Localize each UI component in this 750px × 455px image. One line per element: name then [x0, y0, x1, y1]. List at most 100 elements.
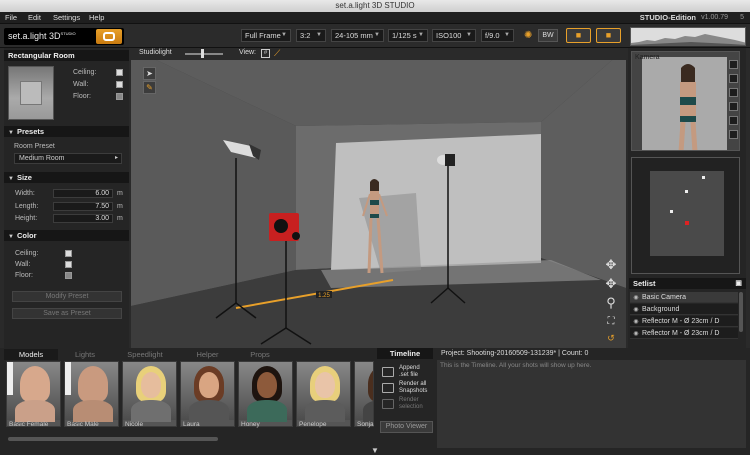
grid-view-icon[interactable]: #: [261, 49, 270, 58]
models-scrollbar[interactable]: [8, 437, 218, 441]
setlist-item[interactable]: ◉ Reflector M - Ø 23cm / D: [630, 328, 738, 339]
collapse-triangle-icon: ▼: [8, 176, 14, 182]
eye-icon[interactable]: ◉: [630, 329, 642, 338]
collapse-down-icon[interactable]: ▼: [369, 446, 381, 455]
color-floor-label: Floor:: [15, 272, 33, 279]
color-ceiling-swatch[interactable]: [65, 250, 72, 257]
zoom-step-button[interactable]: [729, 60, 738, 69]
ratio-dropdown[interactable]: 3:2 ▼: [296, 29, 326, 42]
render-button[interactable]: ■: [596, 28, 621, 43]
aperture-dropdown[interactable]: f/9.0 ▼: [481, 29, 514, 42]
tab-lights[interactable]: Lights: [60, 349, 110, 360]
tab-props[interactable]: Props: [235, 349, 285, 360]
map-model-marker[interactable]: [685, 190, 688, 193]
model-card[interactable]: [64, 361, 119, 427]
render-all-button[interactable]: Render all Snapshots: [399, 381, 427, 395]
render-selection-button[interactable]: Render selection: [399, 397, 423, 411]
select-arrow-icon[interactable]: ➤: [143, 67, 156, 80]
model-card[interactable]: [238, 361, 293, 427]
reset-view-icon[interactable]: ↺: [603, 331, 619, 345]
setlist-item[interactable]: ◉ Basic Camera: [630, 292, 738, 303]
tab-speedlight[interactable]: Speedlight: [115, 349, 175, 360]
setlist-scrollbar[interactable]: [739, 292, 743, 332]
light-slider-handle[interactable]: [201, 49, 204, 58]
camera-side-controls: [728, 60, 740, 145]
logo-icon: [96, 29, 122, 44]
sun-icon[interactable]: ✺: [524, 29, 532, 42]
menu-edit[interactable]: Edit: [28, 12, 41, 24]
zoom-step-button[interactable]: [729, 116, 738, 125]
color-ceiling-label: Ceiling:: [15, 250, 39, 257]
model-card[interactable]: [354, 361, 374, 427]
model-card[interactable]: [6, 361, 61, 427]
room-preset-dropdown[interactable]: Medium Room ▸: [14, 153, 122, 164]
model-card[interactable]: [296, 361, 351, 427]
modify-preset-button[interactable]: Modify Preset: [12, 291, 122, 302]
setlist-item[interactable]: ◉ Reflector M - Ø 23cm / D: [630, 316, 738, 327]
zoom-icon[interactable]: ⚲: [603, 296, 619, 310]
zoom-step-button[interactable]: [729, 88, 738, 97]
sensor-dropdown[interactable]: Full Frame ▼: [241, 29, 291, 42]
append-file-button[interactable]: Append .set file: [399, 365, 420, 379]
tab-models[interactable]: Models: [4, 349, 58, 360]
model-name: Nicole: [125, 421, 144, 428]
lens-dropdown[interactable]: 24-105 mm ▼: [331, 29, 384, 42]
width-unit: m: [117, 190, 123, 197]
presets-section-header[interactable]: ▼ Presets: [4, 126, 129, 137]
fit-view-icon[interactable]: ⛶: [603, 315, 619, 329]
map-camera-marker[interactable]: [685, 221, 689, 225]
camera-preview[interactable]: Kamera: [631, 51, 740, 151]
menu-bar: File Edit Settings Help STUDIO-Edition v…: [0, 12, 750, 24]
room-thumbnail[interactable]: [8, 66, 54, 120]
color-wall-swatch[interactable]: [65, 261, 72, 268]
menu-help[interactable]: Help: [89, 12, 104, 24]
model-face: [141, 372, 161, 398]
map-light-marker[interactable]: [670, 210, 673, 213]
model-face: [373, 372, 374, 398]
menu-settings[interactable]: Settings: [53, 12, 80, 24]
room-floor-swatch[interactable]: [116, 93, 123, 100]
rotate-icon[interactable]: ✥: [603, 277, 619, 291]
snapshot-button[interactable]: ■: [566, 28, 591, 43]
length-unit: m: [117, 203, 123, 210]
zoom-step-button[interactable]: [729, 102, 738, 111]
length-field[interactable]: 7.50: [53, 202, 113, 211]
lock-icon[interactable]: ▣: [735, 278, 742, 289]
tab-helper[interactable]: Helper: [180, 349, 235, 360]
pencil-icon[interactable]: ✎: [143, 81, 156, 94]
width-field[interactable]: 6.00: [53, 189, 113, 198]
eye-icon[interactable]: ◉: [630, 293, 642, 302]
color-section-header[interactable]: ▼ Color: [4, 230, 129, 241]
studio-viewport[interactable]: 1.25: [131, 48, 626, 348]
camera-icon: ■: [575, 30, 582, 40]
eye-icon[interactable]: ◉: [630, 317, 642, 326]
ruler-icon[interactable]: ⟋: [274, 48, 280, 59]
chevron-down-icon: ▼: [281, 32, 287, 38]
map-light-marker[interactable]: [702, 176, 705, 179]
iso-dropdown[interactable]: ISO100 ▼: [432, 29, 476, 42]
timeline-area[interactable]: [437, 360, 746, 448]
zoom-step-button[interactable]: [729, 130, 738, 139]
bw-button[interactable]: BW: [538, 29, 558, 42]
model-card[interactable]: [180, 361, 235, 427]
room-ceiling-swatch[interactable]: [116, 69, 123, 76]
setlist-item[interactable]: ◉ Background: [630, 304, 738, 315]
zoom-step-button[interactable]: [729, 74, 738, 83]
chevron-down-icon: ▼: [316, 32, 322, 38]
tab-timeline[interactable]: Timeline: [377, 348, 433, 359]
model-card[interactable]: [122, 361, 177, 427]
floor-map[interactable]: [631, 157, 740, 274]
menu-file[interactable]: File: [5, 12, 17, 24]
model-name: Basic Female: [9, 421, 49, 428]
height-field[interactable]: 3.00: [53, 214, 113, 223]
save-preset-button[interactable]: Save as Preset: [12, 308, 122, 319]
light-slider-track[interactable]: [185, 53, 223, 55]
timeline-hint: This is the Timeline. All your shots wil…: [440, 362, 592, 369]
move-icon[interactable]: ✥: [603, 258, 619, 272]
eye-icon[interactable]: ◉: [630, 305, 642, 314]
photo-viewer-button[interactable]: Photo Viewer: [380, 421, 433, 433]
size-section-header[interactable]: ▼ Size: [4, 172, 129, 183]
room-wall-swatch[interactable]: [116, 81, 123, 88]
color-floor-swatch[interactable]: [65, 272, 72, 279]
shutter-dropdown[interactable]: 1/125 s ▼: [388, 29, 428, 42]
